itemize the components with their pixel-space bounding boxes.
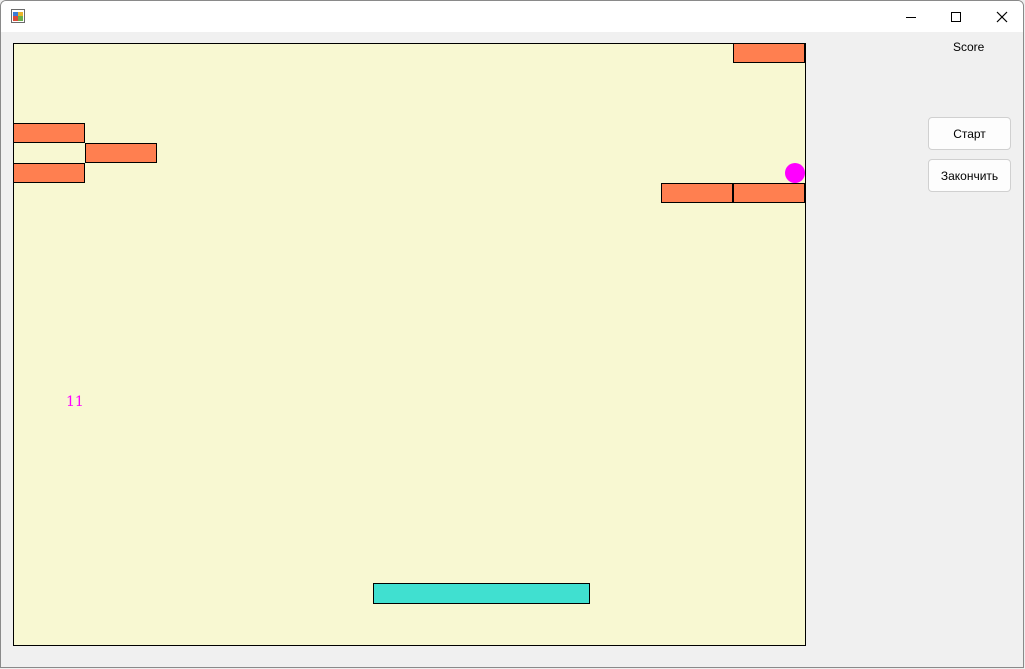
ball <box>785 163 805 183</box>
minimize-button[interactable] <box>888 1 934 32</box>
finish-button[interactable]: Закончить <box>928 159 1011 192</box>
start-button[interactable]: Старт <box>928 117 1011 150</box>
brick <box>13 163 85 183</box>
maximize-icon <box>951 11 961 22</box>
close-button[interactable] <box>979 1 1023 32</box>
brick <box>13 123 85 143</box>
score-label: Score <box>953 40 985 54</box>
brick <box>733 43 805 63</box>
brick <box>733 183 805 203</box>
lives-counter: 11 <box>66 394 84 410</box>
brick <box>661 183 733 203</box>
brick <box>85 143 157 163</box>
paddle[interactable] <box>373 583 590 604</box>
game-field[interactable]: 11 <box>13 43 806 646</box>
title-bar <box>1 1 1023 32</box>
close-icon <box>996 11 1008 22</box>
app-icon <box>11 9 25 23</box>
maximize-button[interactable] <box>933 1 979 32</box>
minimize-icon <box>906 16 916 18</box>
